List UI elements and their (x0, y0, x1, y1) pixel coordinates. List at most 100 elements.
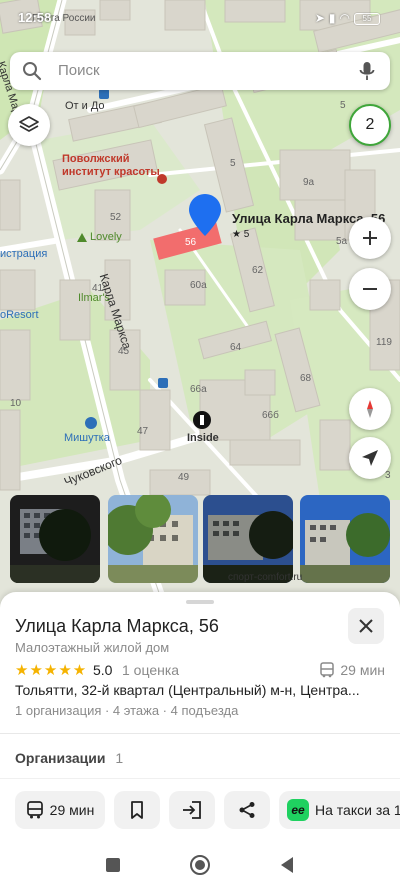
photo-gallery[interactable]: cпорт-comfort.ru (10, 495, 400, 585)
map-label-selected-rating: ★ 5 (232, 229, 250, 240)
shop-icon[interactable] (76, 231, 88, 243)
rating-value: 5.0 (93, 662, 113, 678)
share-icon (239, 802, 255, 818)
signal-icon: ▮ (328, 11, 340, 25)
transit-time-value: 29 мин (340, 662, 385, 678)
photo-image (300, 495, 390, 583)
drag-handle[interactable] (186, 600, 214, 604)
divider (0, 733, 400, 734)
house-number: 68 (300, 373, 312, 384)
status-bar: 12:58 ➤▮◠ 55 (0, 8, 400, 30)
inside-poi-icon[interactable] (192, 410, 212, 430)
bookmark-button[interactable] (114, 791, 160, 829)
house-number: 119 (376, 337, 392, 348)
login-icon (183, 801, 201, 819)
entrance-button[interactable] (169, 791, 215, 829)
photo-thumbnail[interactable] (10, 495, 100, 583)
photo-image (10, 495, 100, 583)
notifications-badge-button[interactable]: 2 (349, 104, 391, 146)
status-time: 12:58 (18, 10, 52, 25)
back-triangle-icon (281, 857, 293, 873)
place-title: Улица Карла Маркса, 56 (15, 616, 219, 636)
location-arrow-icon: ➤ (314, 11, 329, 25)
compass-icon (367, 400, 373, 418)
map-label-registration[interactable]: истрация (0, 248, 47, 260)
bus-icon (320, 662, 335, 678)
route-time: 29 мин (49, 802, 95, 818)
bus-icon (26, 801, 43, 819)
house-number: 52 (110, 212, 122, 223)
microphone-icon[interactable] (356, 60, 378, 82)
house-number: 56 (185, 237, 197, 248)
search-input[interactable]: Поиск (58, 62, 100, 79)
place-card[interactable]: Улица Карла Маркса, 56 Малоэтажный жилой… (0, 592, 400, 842)
house-number: 5 (230, 158, 236, 169)
plus-icon (363, 231, 377, 245)
house-number: 45 (118, 346, 130, 357)
recents-button[interactable] (102, 854, 124, 876)
house-number: 5а (336, 236, 348, 247)
photo-thumbnail[interactable] (300, 495, 390, 583)
house-number: 60а (190, 280, 207, 291)
location-pin-icon[interactable] (187, 192, 223, 238)
divider (0, 778, 400, 779)
my-location-button[interactable] (349, 437, 391, 479)
home-button[interactable] (189, 854, 211, 876)
zoom-in-button[interactable] (349, 217, 391, 259)
rating-row[interactable]: ★★★★★ 5.0 1 оценка 29 мин (15, 661, 385, 679)
zoom-out-button[interactable] (349, 268, 391, 310)
photo-watermark: cпорт-comfort.ru (228, 572, 303, 583)
compass-button[interactable] (349, 388, 391, 430)
system-nav-bar (0, 842, 400, 889)
minus-icon (363, 288, 377, 290)
map-label-mishutka[interactable]: Мишутка (64, 432, 110, 444)
rating-stars: ★★★★★ (15, 662, 88, 679)
photo-thumbnail[interactable] (203, 495, 293, 583)
map-label-resort[interactable]: oResort (0, 309, 39, 321)
search-icon (23, 62, 42, 81)
back-button[interactable] (276, 854, 298, 876)
place-category: Малоэтажный жилой дом (15, 640, 170, 655)
route-button[interactable]: 29 мин (15, 791, 105, 829)
house-number: 62 (252, 265, 264, 276)
map-label-inside[interactable]: Inside (187, 432, 219, 444)
organizations-count: 1 (115, 750, 124, 766)
bus-stop-icon[interactable] (157, 377, 169, 389)
wifi-icon: ◠ (339, 11, 354, 25)
taxi-button[interactable]: ee На такси за 1 (279, 791, 400, 829)
photo-image (203, 495, 293, 583)
photo-image (108, 495, 198, 583)
house-number: 49 (178, 472, 190, 483)
beauty-institute-line-1: Поволжский (62, 153, 130, 165)
navigation-arrow-icon (362, 450, 378, 466)
house-number: 66б (262, 410, 279, 421)
photo-thumbnail[interactable] (108, 495, 198, 583)
beauty-icon[interactable] (156, 173, 168, 185)
map-view[interactable]: Почта России От и До Поволжский институт… (0, 0, 400, 610)
house-number: 5 (340, 100, 346, 111)
taxi-logo-icon: ee (287, 799, 309, 821)
share-button[interactable] (224, 791, 270, 829)
house-number: 64 (230, 342, 242, 353)
map-label-lovely[interactable]: Lovely (90, 231, 122, 243)
battery-icon: 55 (354, 12, 380, 25)
action-bar: 29 мин ee На такси за 1 (0, 791, 400, 829)
home-circle-icon (190, 855, 210, 875)
search-bar[interactable]: Поиск (10, 52, 390, 90)
close-icon (359, 619, 373, 633)
taxi-label: На такси за 1 (315, 802, 400, 818)
house-number: 41 (92, 283, 104, 294)
map-label-beauty-institute[interactable]: Поволжский институт красоты (62, 153, 160, 179)
transit-time: 29 мин (320, 662, 385, 678)
address[interactable]: Тольятти, 32-й квартал (Центральный) м-н… (15, 682, 385, 698)
house-number: 66а (190, 384, 207, 395)
kindergarten-icon[interactable] (84, 416, 98, 430)
map-label-ot-i-do[interactable]: От и До (65, 100, 105, 112)
close-button[interactable] (348, 608, 384, 644)
house-number: 47 (137, 426, 149, 437)
beauty-institute-line-2: институт красоты (62, 166, 160, 178)
building-meta: 1 организация · 4 этажа · 4 подъезда (15, 703, 239, 718)
layers-button[interactable] (8, 104, 50, 146)
rating-count[interactable]: 1 оценка (122, 662, 179, 678)
organizations-tab[interactable]: Организации 1 (15, 750, 123, 766)
